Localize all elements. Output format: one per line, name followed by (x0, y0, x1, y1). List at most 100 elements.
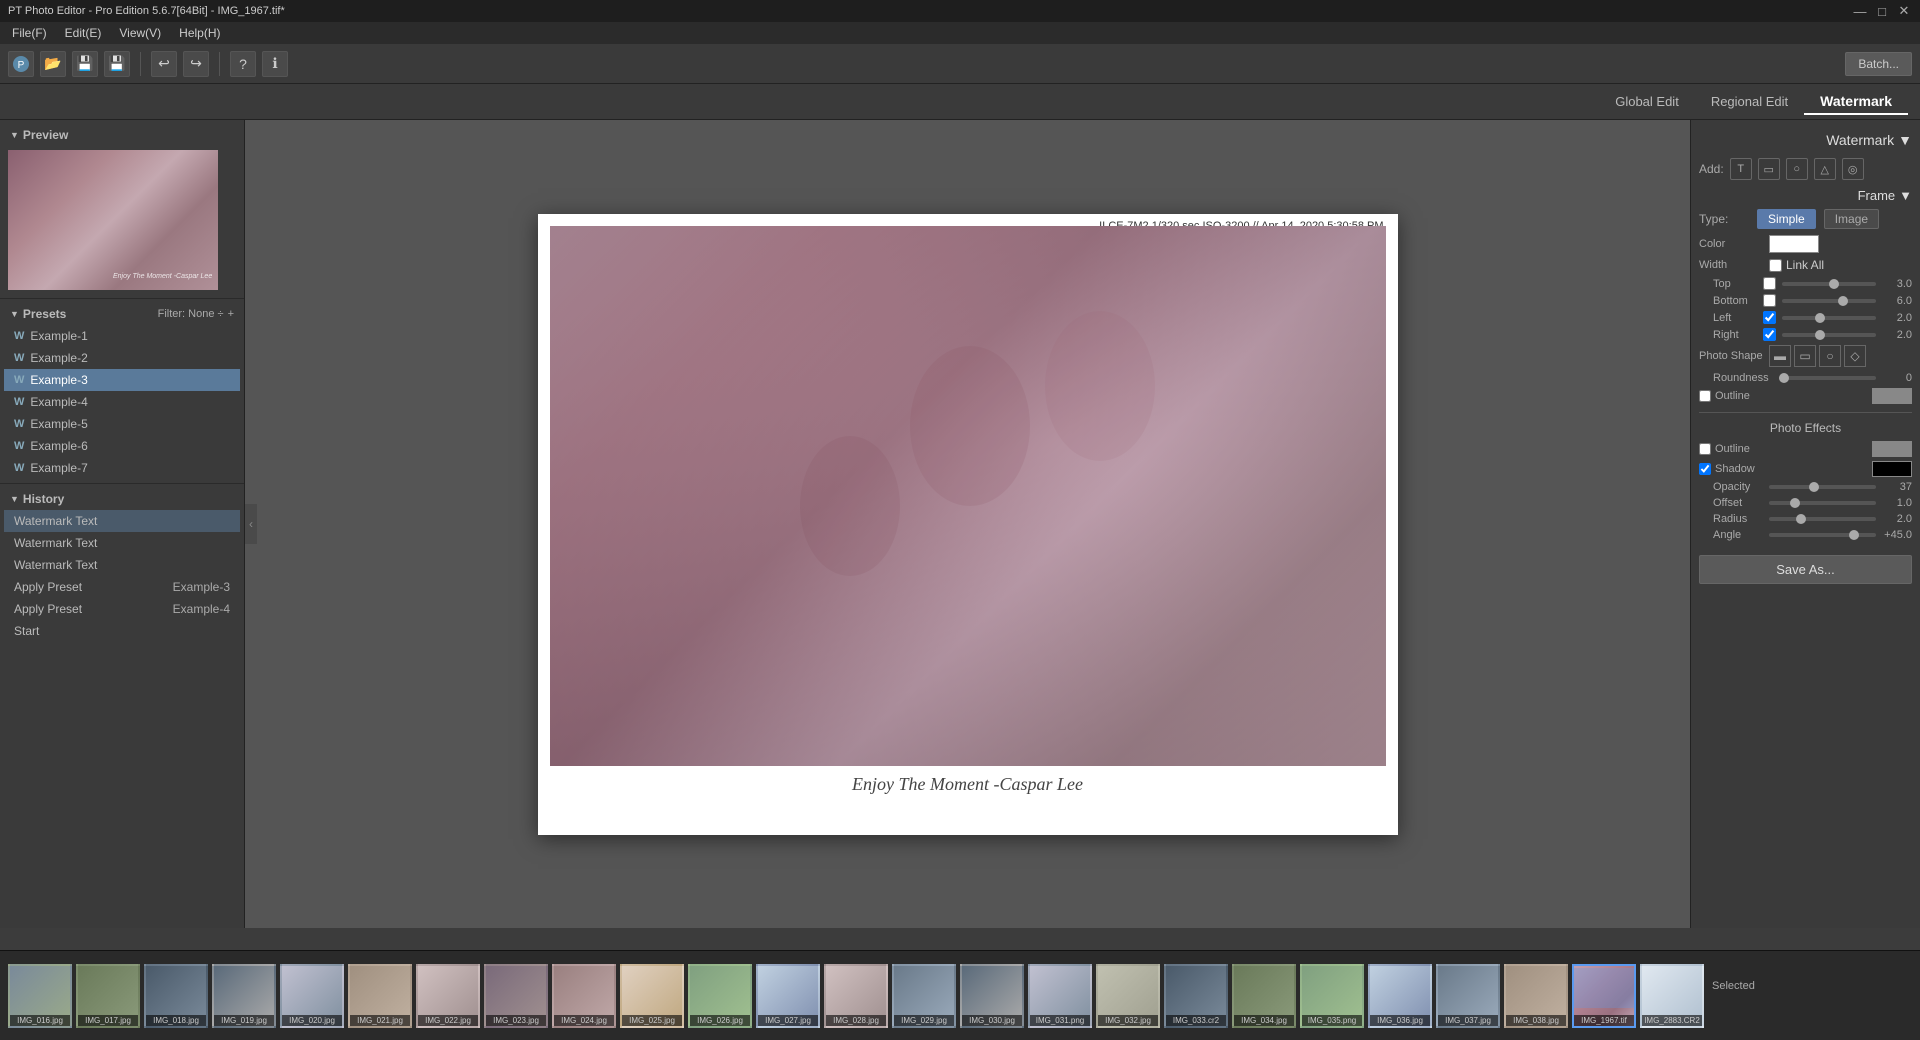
filmstrip-thumb-15[interactable]: IMG_030.jpg (960, 964, 1024, 1028)
toolbar-open[interactable]: 📂 (40, 51, 66, 77)
toolbar-separator-2 (219, 52, 220, 76)
filmstrip-thumb-3[interactable]: IMG_018.jpg (144, 964, 208, 1028)
effects-outline-color[interactable] (1872, 441, 1912, 457)
add-text-icon[interactable]: T (1730, 158, 1752, 180)
preset-item-3[interactable]: WExample-3 (4, 369, 240, 391)
filmstrip-thumb-1[interactable]: IMG_016.jpg (8, 964, 72, 1028)
left-checkbox[interactable] (1763, 311, 1776, 324)
filmstrip-thumb-7[interactable]: IMG_022.jpg (416, 964, 480, 1028)
preview-header[interactable]: Preview (4, 124, 240, 146)
filmstrip-thumb-18[interactable]: IMG_033.cr2 (1164, 964, 1228, 1028)
history-header[interactable]: History (4, 488, 240, 510)
toolbar-redo[interactable]: ↪ (183, 51, 209, 77)
filmstrip-thumb-23[interactable]: IMG_038.jpg (1504, 964, 1568, 1028)
type-simple-button[interactable]: Simple (1757, 209, 1816, 229)
filmstrip-thumb-13[interactable]: IMG_028.jpg (824, 964, 888, 1028)
presets-header-toggle[interactable]: Presets (10, 307, 66, 321)
shadow-checkbox[interactable] (1699, 463, 1711, 475)
menu-file[interactable]: File(F) (4, 24, 55, 42)
menu-view[interactable]: View(V) (111, 24, 169, 42)
history-item-4[interactable]: Apply Preset Example-3 (4, 576, 240, 598)
batch-button[interactable]: Batch... (1845, 52, 1912, 76)
maximize-button[interactable]: □ (1874, 3, 1890, 19)
watermark-dropdown-arrow[interactable]: ▼ (1898, 132, 1912, 148)
filmstrip-thumb-9[interactable]: IMG_024.jpg (552, 964, 616, 1028)
toolbar-logo: P (8, 51, 34, 77)
right-slider[interactable] (1782, 333, 1876, 337)
effects-outline-checkbox[interactable] (1699, 443, 1711, 455)
top-checkbox[interactable] (1763, 277, 1776, 290)
outline-checkbox[interactable] (1699, 390, 1711, 402)
left-slider[interactable] (1782, 316, 1876, 320)
filmstrip-thumb-19[interactable]: IMG_034.jpg (1232, 964, 1296, 1028)
bottom-checkbox[interactable] (1763, 294, 1776, 307)
radius-slider[interactable] (1769, 517, 1876, 521)
add-ring-icon[interactable]: ◎ (1842, 158, 1864, 180)
history-item-3[interactable]: Watermark Text (4, 554, 240, 576)
menu-edit[interactable]: Edit(E) (57, 24, 110, 42)
toolbar-help[interactable]: ? (230, 51, 256, 77)
toolbar-undo[interactable]: ↩ (151, 51, 177, 77)
history-item-2[interactable]: Watermark Text (4, 532, 240, 554)
close-button[interactable]: ✕ (1896, 3, 1912, 19)
add-triangle-icon[interactable]: △ (1814, 158, 1836, 180)
preset-item-6[interactable]: WExample-6 (4, 435, 240, 457)
top-slider[interactable] (1782, 282, 1876, 286)
add-rect-icon[interactable]: ▭ (1758, 158, 1780, 180)
angle-slider[interactable] (1769, 533, 1876, 537)
filmstrip-thumb-10[interactable]: IMG_025.jpg (620, 964, 684, 1028)
toolbar-info[interactable]: ℹ (262, 51, 288, 77)
outline-color[interactable] (1872, 388, 1912, 404)
preset-list: WExample-1 WExample-2 WExample-3 WExampl… (4, 325, 240, 479)
shape-rect-icon[interactable]: ▬ (1769, 345, 1791, 367)
filmstrip-thumb-25[interactable]: IMG_2883.CR2 (1640, 964, 1704, 1028)
add-preset-button[interactable]: + (228, 308, 234, 320)
shape-round-rect-icon[interactable]: ▭ (1794, 345, 1816, 367)
preset-item-2[interactable]: WExample-2 (4, 347, 240, 369)
history-item-6[interactable]: Start (4, 620, 240, 642)
filter-label[interactable]: Filter: None ÷ (158, 308, 224, 320)
tab-global-edit[interactable]: Global Edit (1599, 90, 1695, 113)
opacity-slider[interactable] (1769, 485, 1876, 489)
toolbar-save[interactable]: 💾 (72, 51, 98, 77)
tab-watermark[interactable]: Watermark (1804, 89, 1908, 115)
frame-label[interactable]: Frame ▼ (1858, 188, 1912, 203)
history-item-1[interactable]: Watermark Text (4, 510, 240, 532)
preset-item-1[interactable]: WExample-1 (4, 325, 240, 347)
color-picker[interactable] (1769, 235, 1819, 253)
preset-item-5[interactable]: WExample-5 (4, 413, 240, 435)
save-as-button[interactable]: Save As... (1699, 555, 1912, 584)
filmstrip-thumb-2[interactable]: IMG_017.jpg (76, 964, 140, 1028)
filmstrip-thumb-current[interactable]: IMG_1967.tif (1572, 964, 1636, 1028)
preset-item-4[interactable]: WExample-4 (4, 391, 240, 413)
left-panel-collapse[interactable]: ‹ (245, 504, 257, 544)
menu-help[interactable]: Help(H) (171, 24, 228, 42)
filmstrip-thumb-5[interactable]: IMG_020.jpg (280, 964, 344, 1028)
bottom-slider[interactable] (1782, 299, 1876, 303)
filmstrip-thumb-17[interactable]: IMG_032.jpg (1096, 964, 1160, 1028)
filmstrip-thumb-16[interactable]: IMG_031.png (1028, 964, 1092, 1028)
filmstrip-thumb-8[interactable]: IMG_023.jpg (484, 964, 548, 1028)
tab-regional-edit[interactable]: Regional Edit (1695, 90, 1804, 113)
filmstrip-thumb-22[interactable]: IMG_037.jpg (1436, 964, 1500, 1028)
filmstrip-thumb-20[interactable]: IMG_035.png (1300, 964, 1364, 1028)
roundness-slider[interactable] (1779, 376, 1876, 380)
type-image-button[interactable]: Image (1824, 209, 1879, 229)
preset-item-7[interactable]: WExample-7 (4, 457, 240, 479)
filmstrip-thumb-21[interactable]: IMG_036.jpg (1368, 964, 1432, 1028)
toolbar-save-as[interactable]: 💾 (104, 51, 130, 77)
filmstrip-thumb-6[interactable]: IMG_021.jpg (348, 964, 412, 1028)
shape-diamond-icon[interactable]: ◇ (1844, 345, 1866, 367)
minimize-button[interactable]: — (1852, 3, 1868, 19)
filmstrip-thumb-4[interactable]: IMG_019.jpg (212, 964, 276, 1028)
offset-slider[interactable] (1769, 501, 1876, 505)
shape-circle-icon[interactable]: ○ (1819, 345, 1841, 367)
history-item-5[interactable]: Apply Preset Example-4 (4, 598, 240, 620)
filmstrip-thumb-14[interactable]: IMG_029.jpg (892, 964, 956, 1028)
right-checkbox[interactable] (1763, 328, 1776, 341)
filmstrip-thumb-12[interactable]: IMG_027.jpg (756, 964, 820, 1028)
link-all-checkbox[interactable] (1769, 259, 1782, 272)
filmstrip-thumb-11[interactable]: IMG_026.jpg (688, 964, 752, 1028)
shadow-color[interactable] (1872, 461, 1912, 477)
add-circle-icon[interactable]: ○ (1786, 158, 1808, 180)
